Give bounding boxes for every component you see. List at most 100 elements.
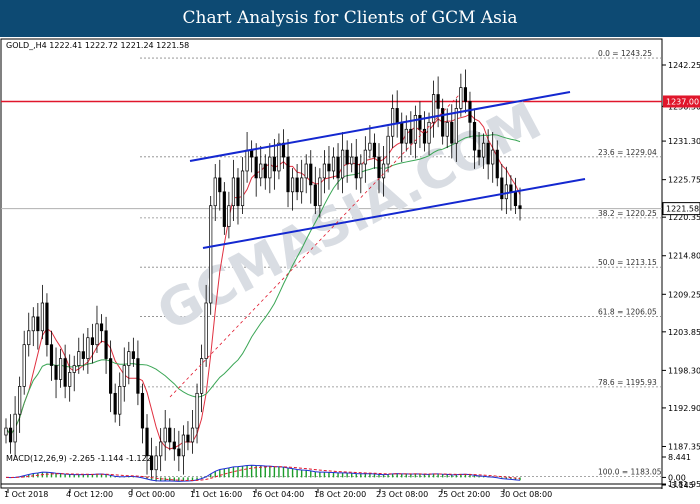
candle-body bbox=[513, 191, 518, 207]
candle-body bbox=[136, 358, 140, 394]
candle-body bbox=[259, 163, 263, 179]
candle-body bbox=[336, 156, 340, 179]
macd-tick-label: 8.441 bbox=[668, 453, 691, 462]
candle-body bbox=[504, 184, 508, 200]
macd-tick-label: -3.145 bbox=[668, 481, 694, 490]
candle-body bbox=[99, 323, 104, 332]
candle-body bbox=[186, 434, 190, 443]
x-tick-label: 25 Oct 20:00 bbox=[438, 490, 490, 499]
candle-body bbox=[445, 121, 449, 137]
resistance-label: 1237.00 bbox=[666, 97, 699, 106]
candle-body bbox=[168, 427, 172, 443]
candle-body bbox=[8, 427, 13, 443]
candle-body bbox=[231, 177, 236, 207]
y-tick-label: 1187.35 bbox=[668, 442, 700, 451]
candle-body bbox=[222, 191, 226, 227]
y-tick-label: 1192.90 bbox=[668, 404, 700, 413]
fibonacci-level-label: 78.6 = 1195.93 bbox=[598, 378, 657, 387]
fibonacci-level-label: 50.0 = 1213.15 bbox=[598, 258, 657, 267]
candle-body bbox=[54, 365, 58, 380]
symbol-header: GOLD_,H4 1222.41 1222.72 1221.24 1221.58 bbox=[6, 41, 189, 50]
candle-body bbox=[395, 108, 399, 123]
candle-body bbox=[472, 121, 477, 151]
candle-body bbox=[286, 156, 290, 193]
candle-body bbox=[381, 163, 386, 179]
candle-body bbox=[209, 205, 213, 304]
candle-body bbox=[368, 142, 372, 151]
candle-body bbox=[31, 316, 35, 332]
candle-body bbox=[250, 149, 254, 158]
candle-body bbox=[27, 330, 31, 346]
candle-body bbox=[13, 413, 17, 443]
y-tick-label: 1198.30 bbox=[668, 366, 700, 375]
candle-body bbox=[154, 455, 158, 471]
x-tick-label: 1 Oct 2018 bbox=[4, 490, 48, 499]
candle-body bbox=[177, 448, 181, 457]
x-tick-label: 30 Oct 08:00 bbox=[500, 490, 552, 499]
y-tick-label: 1214.80 bbox=[668, 252, 700, 261]
candle-body bbox=[200, 358, 204, 394]
candle-body bbox=[218, 177, 222, 193]
candle-body bbox=[418, 115, 422, 130]
chart-svg: 0.0 = 1243.25 23.6 = 1229.04 38.2 = 1220.2… bbox=[0, 38, 700, 499]
candle-body bbox=[313, 184, 317, 207]
candle-body bbox=[500, 177, 504, 200]
candle-body bbox=[304, 163, 308, 179]
candle-body bbox=[240, 170, 245, 207]
candle-body bbox=[372, 142, 377, 158]
current-price-label: 1221.58 bbox=[666, 205, 699, 214]
candle-body bbox=[468, 101, 472, 123]
candle-body bbox=[104, 330, 108, 359]
fibonacci-level-label: 0.0 = 1243.25 bbox=[598, 49, 652, 58]
candle-body bbox=[327, 163, 331, 172]
fibonacci-level-label: 23.6 = 1229.04 bbox=[598, 148, 657, 157]
candle-body bbox=[227, 205, 231, 227]
fibonacci-level-label: 61.8 = 1206.05 bbox=[598, 308, 657, 317]
candle-body bbox=[463, 87, 468, 102]
candle-body bbox=[482, 142, 486, 158]
candle-body bbox=[363, 149, 367, 165]
candle-body bbox=[309, 163, 313, 186]
candle-body bbox=[345, 149, 349, 165]
candle-body bbox=[295, 177, 299, 193]
x-tick-label: 16 Oct 04:00 bbox=[252, 490, 304, 499]
candle-body bbox=[40, 302, 44, 332]
x-tick-label: 18 Oct 20:00 bbox=[314, 490, 366, 499]
candle-body bbox=[290, 177, 295, 193]
candle-body bbox=[172, 441, 176, 450]
candle-body bbox=[122, 365, 126, 387]
x-tick-label: 11 Oct 16:00 bbox=[190, 490, 242, 499]
candle-body bbox=[86, 337, 90, 359]
y-tick-label: 1209.25 bbox=[668, 290, 700, 299]
candle-body bbox=[63, 358, 67, 387]
candle-body bbox=[18, 386, 22, 415]
candle-body bbox=[181, 434, 185, 457]
candle-body bbox=[400, 121, 404, 144]
candle-body bbox=[436, 94, 440, 109]
candle-body bbox=[272, 156, 276, 172]
candle-body bbox=[159, 441, 163, 457]
candle-body bbox=[90, 337, 95, 346]
candle-body bbox=[268, 156, 272, 179]
candle-body bbox=[72, 365, 76, 373]
y-tick-label: 1231.30 bbox=[668, 137, 700, 146]
candle-body bbox=[49, 344, 54, 366]
candle-body bbox=[22, 344, 26, 387]
candle-body bbox=[118, 386, 122, 415]
candle-body bbox=[495, 149, 499, 179]
candle-body bbox=[263, 163, 267, 179]
candle-body bbox=[277, 142, 281, 172]
candle-body bbox=[213, 177, 217, 207]
candle-body bbox=[254, 156, 258, 179]
candle-body bbox=[77, 351, 81, 366]
candle-body bbox=[113, 392, 117, 415]
x-tick-label: 4 Oct 12:00 bbox=[66, 490, 113, 499]
candle-body bbox=[127, 351, 131, 366]
candle-body bbox=[140, 392, 145, 429]
candle-body bbox=[163, 427, 167, 443]
candle-body bbox=[4, 427, 8, 436]
candle-body bbox=[354, 156, 358, 179]
candle-body bbox=[204, 302, 208, 359]
candle-body bbox=[427, 121, 431, 144]
candle-body bbox=[109, 358, 113, 394]
